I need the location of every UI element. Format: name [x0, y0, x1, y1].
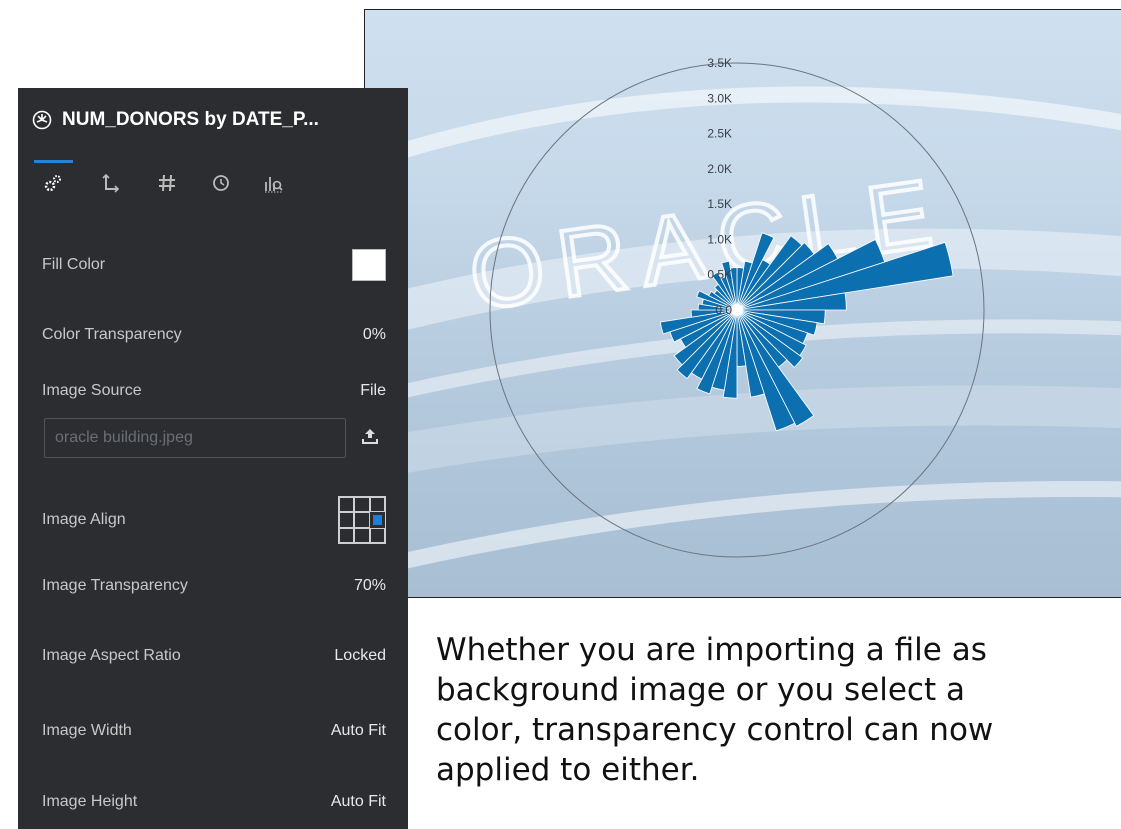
image-transparency-label: Image Transparency	[42, 577, 188, 594]
image-align-row: Image Align	[42, 495, 387, 545]
image-height-row: Image Height Auto Fit	[42, 787, 386, 817]
image-width-row: Image Width Auto Fit	[42, 716, 386, 746]
settings-gears-icon	[42, 172, 64, 194]
panel-header: NUM_DONORS by DATE_P...	[32, 106, 412, 134]
chart-area[interactable]: ORACLE 0.0 0.5K 1.0K 1.5K 2.0K 2.5K 3.0K 3.5K	[364, 9, 1121, 598]
align-cell[interactable]	[339, 512, 355, 528]
tab-analytics[interactable]	[260, 170, 286, 196]
upload-button[interactable]	[356, 424, 384, 452]
image-align-grid[interactable]	[338, 496, 387, 544]
radial-tick-label: 0.5K	[707, 268, 732, 282]
polar-bar-chart: ORACLE 0.00.5K1.0K1.5K2.0K2.5K3.0K3.5K	[365, 56, 1121, 578]
tab-time[interactable]	[208, 170, 234, 196]
image-transparency-row: Image Transparency 70%	[42, 571, 386, 601]
tab-axis[interactable]	[98, 170, 124, 196]
panel-title: NUM_DONORS by DATE_P...	[62, 109, 319, 130]
align-cell[interactable]	[369, 497, 385, 513]
image-height-value[interactable]: Auto Fit	[331, 793, 386, 811]
image-source-row: Image Source File	[42, 376, 386, 406]
align-cell-selected[interactable]	[368, 511, 387, 529]
number-format-icon	[156, 172, 178, 194]
align-cell[interactable]	[339, 527, 355, 543]
align-cell[interactable]	[369, 527, 385, 543]
image-width-label: Image Width	[42, 722, 132, 739]
align-cell[interactable]	[339, 497, 355, 513]
color-transparency-value[interactable]: 0%	[363, 326, 386, 344]
color-transparency-label: Color Transparency	[42, 326, 182, 343]
align-cell[interactable]	[354, 512, 370, 528]
active-tab-indicator	[34, 160, 73, 163]
image-align-label: Image Align	[42, 511, 126, 528]
fill-color-row: Fill Color	[42, 249, 386, 281]
image-transparency-value[interactable]: 70%	[354, 577, 386, 595]
axis-icon	[100, 172, 122, 194]
properties-panel: NUM_DONORS by DATE_P... Fill Color Color…	[18, 88, 408, 829]
align-cell[interactable]	[354, 527, 370, 543]
color-transparency-row: Color Transparency 0%	[42, 320, 386, 350]
analytics-icon	[262, 172, 284, 194]
radial-tick-label: 1.0K	[707, 232, 732, 246]
gear-sparkle-icon	[32, 110, 52, 130]
caption-text: Whether you are importing a file as back…	[436, 632, 994, 788]
image-source-value[interactable]: File	[360, 382, 386, 400]
upload-icon	[360, 426, 380, 451]
image-aspect-ratio-row: Image Aspect Ratio Locked	[42, 641, 386, 671]
align-cell[interactable]	[354, 497, 370, 513]
clock-icon	[210, 172, 232, 194]
radial-tick-label: 2.5K	[707, 127, 732, 141]
image-aspect-ratio-label: Image Aspect Ratio	[42, 647, 181, 664]
image-height-label: Image Height	[42, 793, 138, 810]
image-aspect-ratio-value[interactable]: Locked	[334, 647, 386, 665]
radial-tick-label: 3.0K	[707, 91, 732, 105]
radial-tick-label: 2.0K	[707, 162, 732, 176]
tab-number-format[interactable]	[154, 170, 180, 196]
panel-tabbar	[34, 160, 394, 200]
image-width-value[interactable]: Auto Fit	[331, 722, 386, 740]
image-file-input[interactable]	[44, 418, 346, 458]
tab-general-settings[interactable]	[40, 170, 66, 196]
fill-color-label: Fill Color	[42, 256, 106, 273]
radial-tick-label: 3.5K	[707, 56, 732, 70]
fill-color-swatch[interactable]	[352, 249, 386, 281]
radial-tick-label: 1.5K	[707, 197, 732, 211]
image-source-label: Image Source	[42, 382, 142, 399]
radial-tick-label: 0.0	[715, 303, 732, 317]
